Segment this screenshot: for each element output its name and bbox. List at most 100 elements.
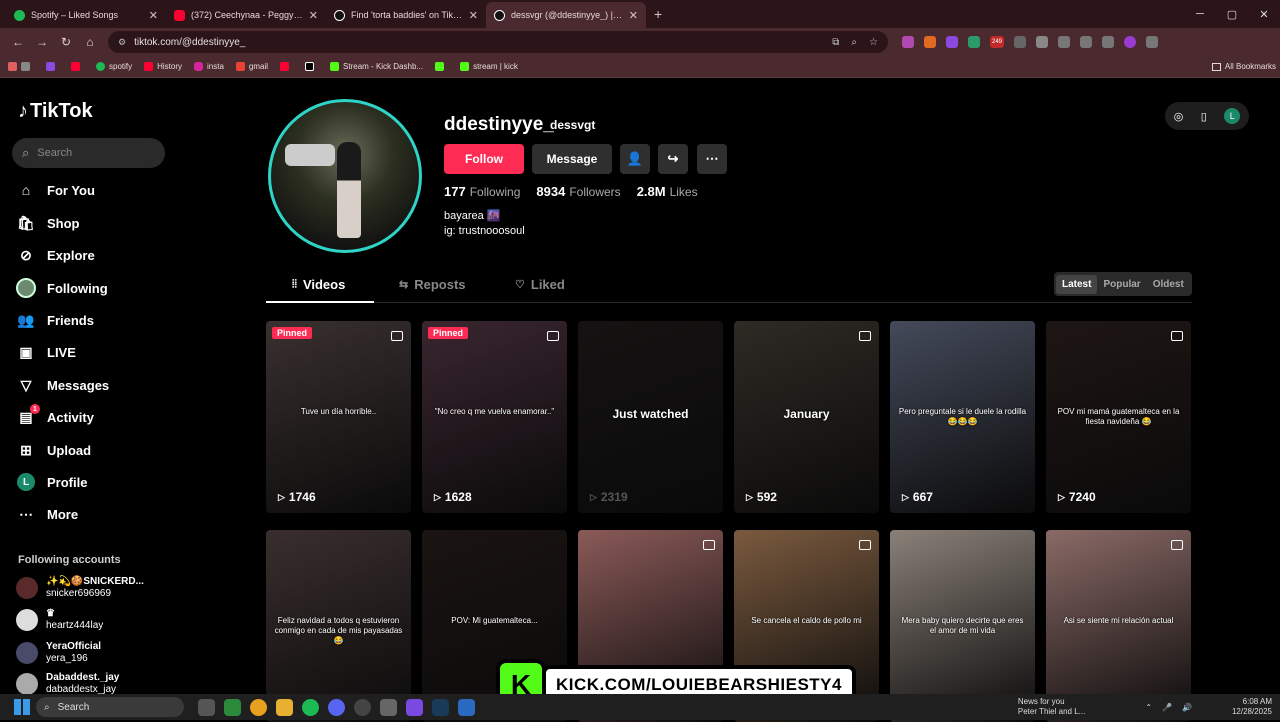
- following-account[interactable]: ✨💫🍪SNICKERD... snicker696969: [16, 574, 144, 602]
- follow-button[interactable]: Follow: [444, 144, 524, 174]
- nav-profile[interactable]: L Profile: [16, 470, 87, 494]
- following-stat[interactable]: 177 Following: [444, 184, 520, 199]
- share-icon[interactable]: ↪: [658, 144, 688, 174]
- chrome-icon[interactable]: [250, 698, 267, 716]
- extension-icon[interactable]: [902, 36, 914, 48]
- url-input[interactable]: ⚙ tiktok.com/@ddestinyye_ ⧉ ⌕ ☆: [108, 31, 888, 53]
- extension-icon[interactable]: [924, 36, 936, 48]
- user-avatar[interactable]: L: [1224, 108, 1241, 124]
- nav-following[interactable]: Following: [16, 276, 108, 300]
- video-card[interactable]: Pinned "No creo q me vuelva enamorar.." ▷ 1…: [422, 321, 567, 513]
- menu-icon[interactable]: [1102, 36, 1114, 48]
- back-icon[interactable]: ←: [6, 35, 30, 49]
- spotify-icon[interactable]: [302, 698, 319, 716]
- close-window-icon[interactable]: ✕: [1248, 0, 1280, 28]
- tray-chevron-icon[interactable]: ⌃: [1145, 703, 1152, 712]
- browser-tab-youtube[interactable]: (372) Ceechynaa - Peggy - YouTube ✕: [166, 2, 326, 28]
- bookmark-gmail[interactable]: gmail: [235, 62, 268, 71]
- nav-activity[interactable]: ▤ 1 Activity: [16, 404, 94, 429]
- windows-start-icon[interactable]: [14, 699, 30, 715]
- extension-icon[interactable]: [1014, 36, 1026, 48]
- followers-stat[interactable]: 8934 Followers: [536, 184, 620, 199]
- extension-badge[interactable]: 249: [990, 36, 1004, 48]
- tab-reposts[interactable]: ⇆ Reposts: [399, 277, 466, 292]
- following-account[interactable]: ♛ heartz444lay: [16, 606, 103, 634]
- more-options-icon[interactable]: ⋯: [697, 144, 727, 174]
- bookmark-apps[interactable]: [8, 62, 34, 71]
- nav-friends[interactable]: 👥 Friends: [16, 308, 94, 332]
- bookmark-insta[interactable]: insta: [194, 62, 224, 71]
- close-icon[interactable]: ✕: [469, 9, 478, 22]
- nav-for-you[interactable]: ⌂ For You: [16, 178, 95, 202]
- close-icon[interactable]: ✕: [149, 9, 158, 22]
- bookmark-history[interactable]: History: [144, 62, 182, 71]
- star-icon[interactable]: ☆: [869, 37, 878, 48]
- search-input[interactable]: ⌕ Search: [12, 138, 165, 168]
- bookmark-kick-2[interactable]: [435, 62, 448, 71]
- device-icon[interactable]: ▯: [1201, 110, 1207, 123]
- bookmark-spotify[interactable]: spotify: [96, 62, 132, 71]
- nav-shop[interactable]: 🛍 Shop: [16, 211, 79, 235]
- video-card[interactable]: Pero preguntale si le duele la rodilla 😂…: [890, 321, 1035, 513]
- bookmark-youtube[interactable]: [71, 62, 84, 71]
- video-card[interactable]: POV mi mamá guatemalteca en la fiesta na…: [1046, 321, 1191, 513]
- app-icon[interactable]: [458, 698, 475, 716]
- reload-icon[interactable]: ↻: [54, 35, 78, 49]
- home-icon[interactable]: ⌂: [78, 35, 102, 49]
- taskbar-search[interactable]: ⌕ Search: [36, 697, 184, 717]
- all-bookmarks[interactable]: All Bookmarks: [1211, 62, 1276, 71]
- microphone-icon[interactable]: 🎤: [1162, 703, 1172, 712]
- nav-explore[interactable]: ⊘ Explore: [16, 243, 95, 267]
- task-view-icon[interactable]: [198, 698, 215, 716]
- tab-liked[interactable]: ♡ Liked: [515, 277, 565, 292]
- clock[interactable]: 6:08 AM 12/28/2025: [1232, 697, 1272, 717]
- volume-icon[interactable]: 🔊: [1182, 703, 1192, 712]
- following-account[interactable]: YeraOfficial yera_196: [16, 639, 101, 667]
- compass-icon[interactable]: ◎: [1174, 110, 1184, 123]
- tiktok-logo[interactable]: ♪ TikTok: [18, 100, 93, 123]
- profile-icon[interactable]: [1124, 36, 1136, 48]
- close-icon[interactable]: ✕: [309, 9, 318, 22]
- site-info-icon[interactable]: ⚙: [118, 37, 126, 48]
- kebab-icon[interactable]: [1146, 36, 1158, 48]
- bookmark-stream-kick[interactable]: stream | kick: [460, 62, 518, 71]
- sidepanel-icon[interactable]: [1058, 36, 1070, 48]
- folder-icon[interactable]: [276, 698, 293, 716]
- settings-icon[interactable]: [380, 698, 397, 716]
- nav-upload[interactable]: ⊞ Upload: [16, 438, 91, 462]
- sort-oldest[interactable]: Oldest: [1147, 275, 1190, 294]
- browser-tab-spotify[interactable]: Spotify – Liked Songs ✕: [6, 2, 166, 28]
- sort-latest[interactable]: Latest: [1056, 274, 1098, 294]
- browser-tab-tiktok-search[interactable]: Find 'torta baddies' on TikTok | ✕: [326, 2, 486, 28]
- forward-icon[interactable]: →: [30, 35, 54, 49]
- video-card[interactable]: Just watched ▷ 2319: [578, 321, 723, 513]
- nvidia-icon[interactable]: [224, 698, 241, 716]
- discord-icon[interactable]: [328, 698, 345, 716]
- obs-icon[interactable]: [354, 698, 371, 716]
- zoom-icon[interactable]: ⌕: [851, 37, 857, 48]
- nav-messages[interactable]: ▽ Messages: [16, 373, 110, 397]
- new-tab-icon[interactable]: +: [654, 6, 662, 22]
- bookmark-youtube-2[interactable]: [280, 62, 293, 71]
- message-button[interactable]: Message: [532, 144, 612, 174]
- puzzle-icon[interactable]: [1036, 36, 1048, 48]
- twitch-icon[interactable]: [946, 36, 958, 48]
- controller-icon[interactable]: [406, 698, 423, 716]
- extension-icon[interactable]: [968, 36, 980, 48]
- video-card[interactable]: Pinned Tuve un día horrible.. ▷ 1746: [266, 321, 411, 513]
- tab-videos[interactable]: ⦙⦙ Videos: [292, 277, 345, 292]
- sort-popular[interactable]: Popular: [1097, 275, 1146, 294]
- close-icon[interactable]: ✕: [629, 9, 638, 22]
- bookmark-x[interactable]: [305, 62, 318, 71]
- nav-more[interactable]: ⋯ More: [16, 502, 78, 526]
- video-card[interactable]: January ▷ 592: [734, 321, 879, 513]
- steam-icon[interactable]: [432, 698, 449, 716]
- maximize-icon[interactable]: ▢: [1216, 0, 1248, 28]
- install-icon[interactable]: ⧉: [832, 37, 839, 48]
- add-friend-icon[interactable]: 👤: [620, 144, 650, 174]
- news-widget[interactable]: News for you Peter Thiel and L...: [1018, 697, 1085, 717]
- download-icon[interactable]: [1080, 36, 1092, 48]
- profile-avatar[interactable]: [268, 99, 422, 253]
- bookmark-twitch[interactable]: [46, 62, 59, 71]
- nav-live[interactable]: ▣ LIVE: [16, 340, 76, 364]
